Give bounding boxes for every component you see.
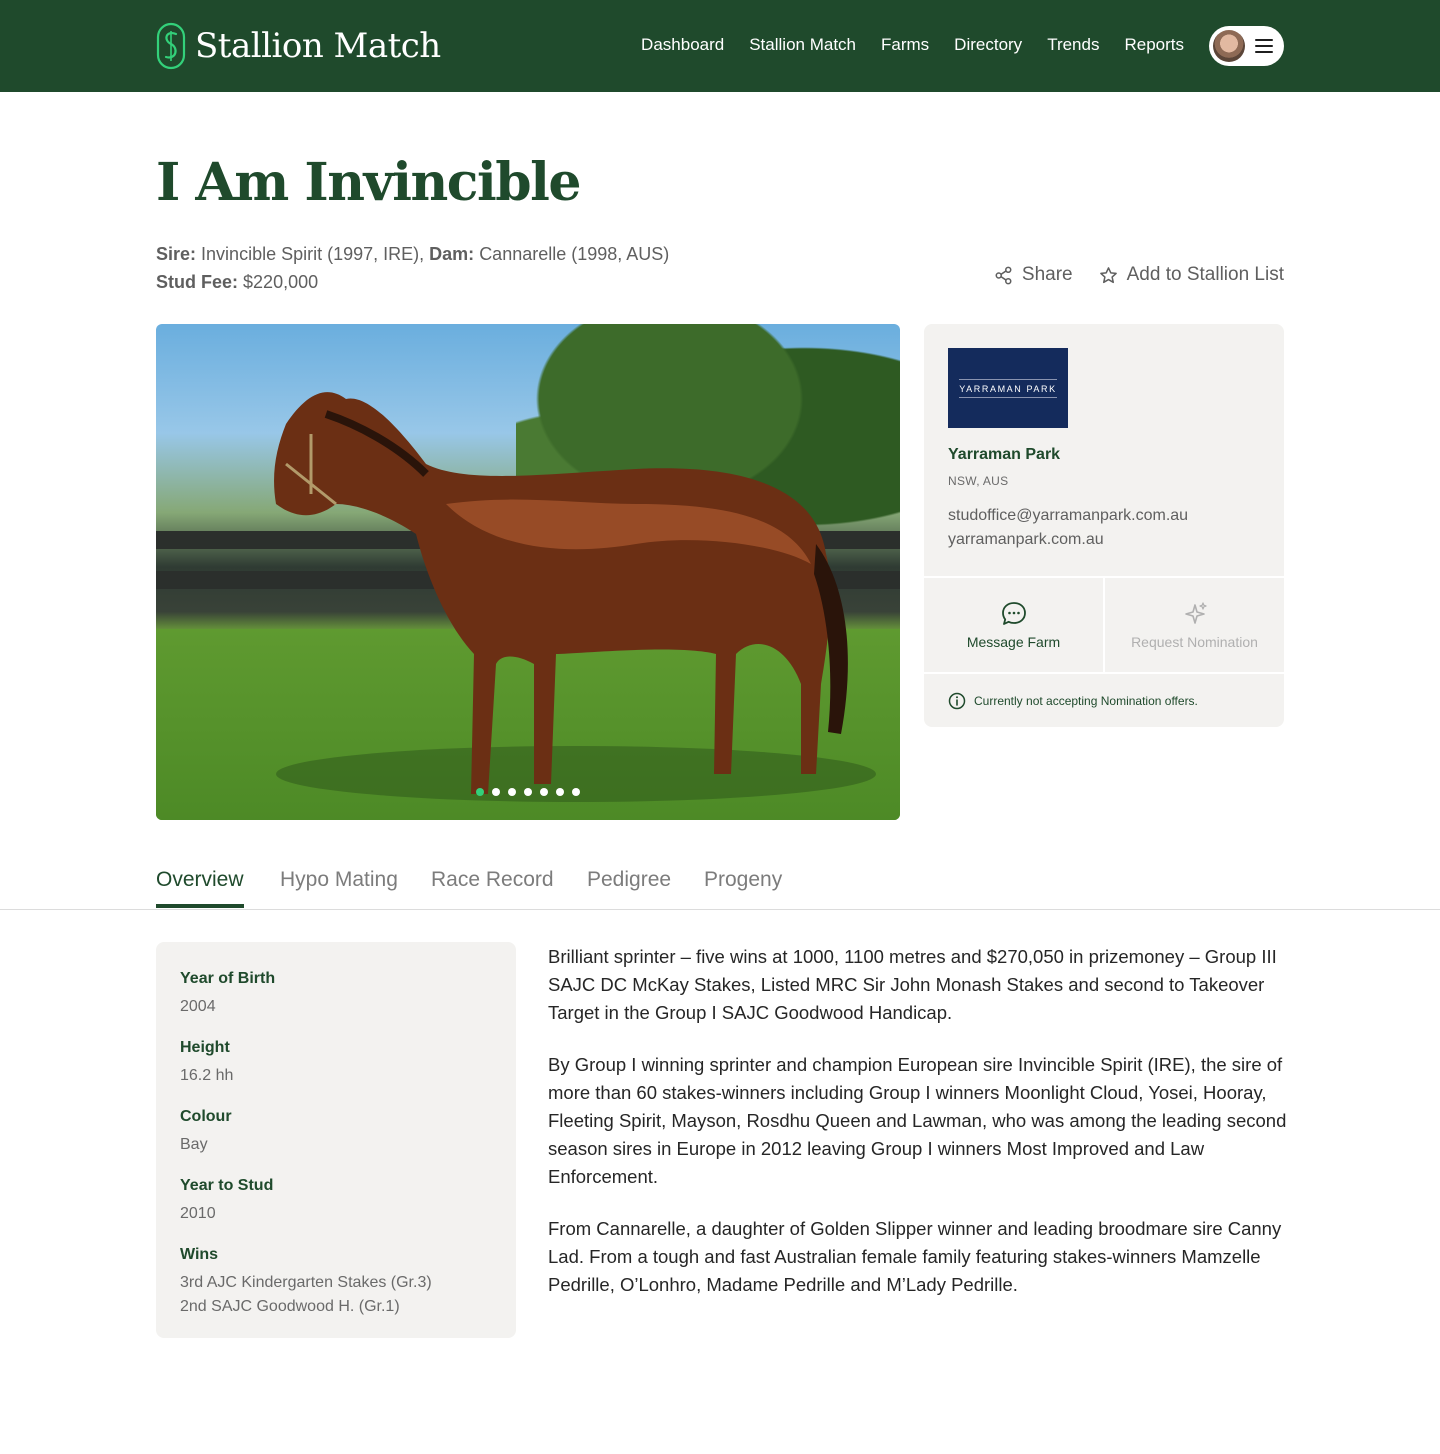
user-menu-button[interactable]	[1209, 26, 1284, 66]
avatar	[1213, 30, 1245, 62]
sire-label: Sire:	[156, 244, 197, 264]
nav-farms[interactable]: Farms	[881, 34, 929, 56]
fee-value: $220,000	[243, 272, 319, 292]
nomination-status-note: Currently not accepting Nomination offer…	[948, 692, 1198, 710]
stallion-photo-carousel[interactable]	[156, 324, 900, 820]
farm-logo-text: YARRAMAN PARK	[959, 383, 1057, 394]
main-nav: Dashboard Stallion Match Farms Directory…	[641, 34, 1184, 56]
detail-wins: Wins 3rd AJC Kindergarten Stakes (Gr.3) …	[180, 1244, 492, 1319]
nav-directory[interactable]: Directory	[954, 34, 1022, 56]
farm-website-link[interactable]: yarramanpark.com.au	[948, 531, 1104, 549]
dam-label: Dam:	[429, 244, 475, 264]
carousel-dot[interactable]	[572, 788, 580, 796]
sire-value: Invincible Spirit (1997, IRE),	[201, 244, 425, 264]
stallion-match-logo-icon	[156, 22, 186, 70]
carousel-dots	[476, 788, 580, 796]
request-nomination-label: Request Nomination	[1131, 634, 1258, 650]
detail-label: Colour	[180, 1108, 232, 1125]
carousel-dot[interactable]	[476, 788, 484, 796]
sparkle-icon	[1184, 602, 1207, 624]
stallion-tabs: Overview Hypo Mating Race Record Pedigre…	[0, 860, 1440, 910]
detail-label: Year to Stud	[180, 1177, 274, 1194]
nav-dashboard[interactable]: Dashboard	[641, 34, 724, 56]
page-actions: Share Add to Stallion List	[994, 264, 1284, 286]
detail-value: 16.2 hh	[180, 1067, 234, 1084]
detail-label: Wins	[180, 1246, 219, 1263]
nav-stallion-match[interactable]: Stallion Match	[749, 34, 856, 56]
detail-value: 2nd SAJC Goodwood H. (Gr.1)	[180, 1298, 400, 1315]
farm-logo[interactable]: YARRAMAN PARK	[948, 348, 1068, 428]
message-farm-label: Message Farm	[966, 634, 1061, 650]
carousel-dot[interactable]	[540, 788, 548, 796]
tab-progeny[interactable]: Progeny	[704, 868, 782, 908]
detail-value: 3rd AJC Kindergarten Stakes (Gr.3)	[180, 1274, 432, 1291]
farm-email-link[interactable]: studoffice@yarramanpark.com.au	[948, 507, 1188, 525]
message-farm-button[interactable]: Message Farm	[924, 578, 1103, 672]
request-nomination-button[interactable]: Request Nomination	[1103, 578, 1284, 672]
nav-trends[interactable]: Trends	[1047, 34, 1099, 56]
chat-icon	[1001, 602, 1026, 625]
top-navigation-bar: Stallion Match Dashboard Stallion Match …	[0, 0, 1440, 92]
detail-year-to-stud: Year to Stud 2010	[180, 1175, 492, 1226]
detail-label: Year of Birth	[180, 970, 276, 987]
star-icon	[1099, 266, 1117, 283]
carousel-dot[interactable]	[492, 788, 500, 796]
description-paragraph: Brilliant sprinter – five wins at 1000, …	[548, 946, 1277, 1023]
horse-photo	[274, 392, 876, 802]
farm-location: NSW, AUS	[948, 474, 1009, 488]
detail-value: Bay	[180, 1136, 208, 1153]
farm-actions: Message Farm Request Nomination	[924, 576, 1284, 674]
tab-overview[interactable]: Overview	[156, 868, 244, 908]
app-logo[interactable]: Stallion Match	[156, 22, 441, 70]
stallion-meta: Sire: Invincible Spirit (1997, IRE), Dam…	[156, 240, 669, 296]
tab-race-record[interactable]: Race Record	[431, 868, 554, 908]
overview-details-panel: Year of Birth 2004 Height 16.2 hh Colour…	[156, 942, 516, 1338]
farm-card: YARRAMAN PARK Yarraman Park NSW, AUS stu…	[924, 324, 1284, 727]
page-title: I Am Invincible	[156, 152, 581, 213]
add-to-stallion-list-button[interactable]: Add to Stallion List	[1099, 264, 1284, 286]
detail-value: 2010	[180, 1205, 216, 1222]
menu-icon	[1255, 39, 1273, 53]
nomination-status-text: Currently not accepting Nomination offer…	[974, 694, 1198, 708]
fee-label: Stud Fee:	[156, 272, 239, 292]
app-name: Stallion Match	[195, 26, 441, 66]
carousel-dot[interactable]	[508, 788, 516, 796]
share-label: Share	[1021, 264, 1073, 285]
description-paragraph: From Cannarelle, a daughter of Golden Sl…	[548, 1218, 1282, 1295]
fee-line: Stud Fee: $220,000	[156, 268, 669, 296]
detail-year-of-birth: Year of Birth 2004	[180, 968, 492, 1019]
carousel-dot[interactable]	[556, 788, 564, 796]
nav-reports[interactable]: Reports	[1124, 34, 1184, 56]
stallion-description: Brilliant sprinter – five wins at 1000, …	[548, 943, 1288, 1323]
parentage-line: Sire: Invincible Spirit (1997, IRE), Dam…	[156, 240, 669, 268]
add-to-list-label: Add to Stallion List	[1126, 264, 1284, 285]
detail-colour: Colour Bay	[180, 1106, 492, 1157]
detail-value: 2004	[180, 998, 216, 1015]
farm-name[interactable]: Yarraman Park	[948, 446, 1060, 464]
share-button[interactable]: Share	[994, 264, 1073, 286]
tab-pedigree[interactable]: Pedigree	[587, 868, 671, 908]
carousel-dot[interactable]	[524, 788, 532, 796]
share-icon	[995, 266, 1012, 284]
info-icon	[948, 692, 966, 710]
description-paragraph: By Group I winning sprinter and champion…	[548, 1054, 1287, 1187]
detail-label: Height	[180, 1039, 230, 1056]
dam-value: Cannarelle (1998, AUS)	[479, 244, 670, 264]
tab-hypo-mating[interactable]: Hypo Mating	[280, 868, 398, 908]
detail-height: Height 16.2 hh	[180, 1037, 492, 1088]
